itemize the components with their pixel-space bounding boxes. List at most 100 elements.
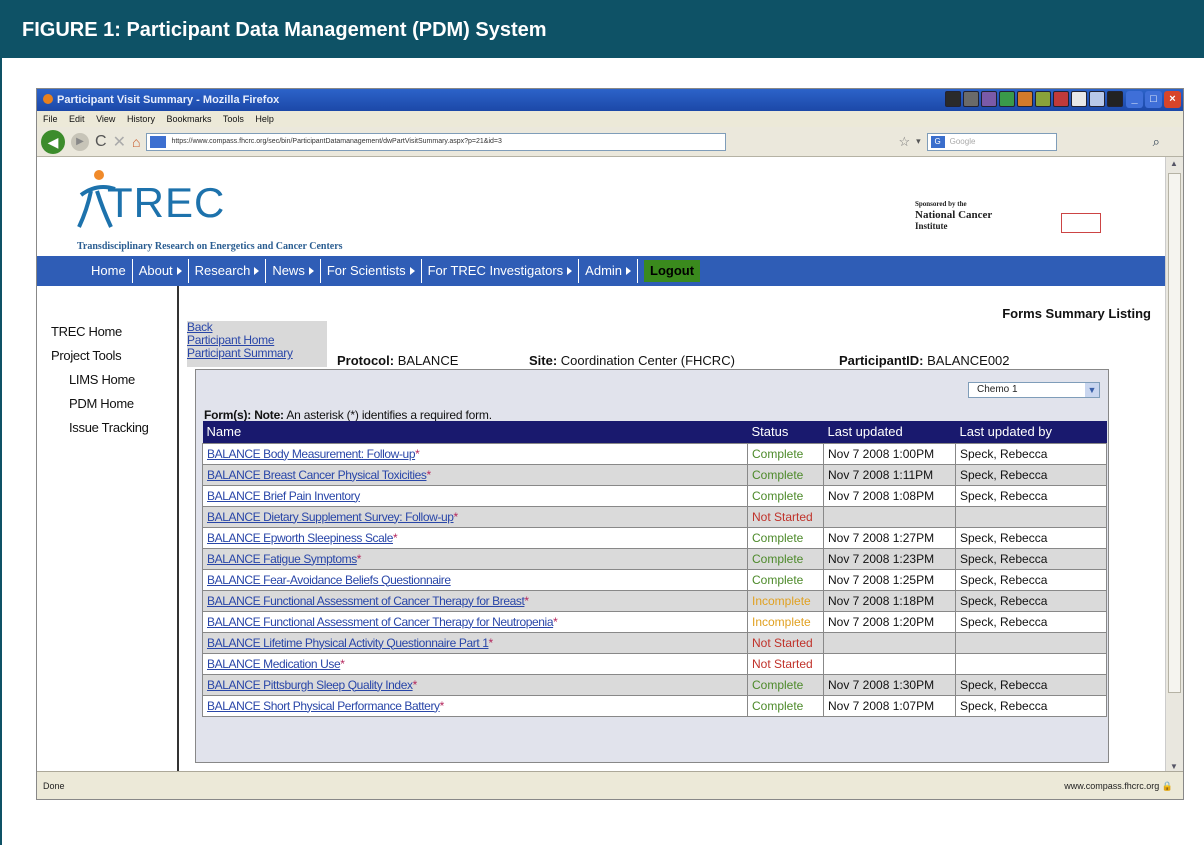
figure-frame-line bbox=[0, 58, 2, 845]
required-asterisk: * bbox=[524, 593, 530, 608]
form-name-link[interactable]: BALANCE Epworth Sleepiness Scale bbox=[207, 531, 393, 545]
menu-view[interactable]: View bbox=[96, 114, 115, 124]
chevron-down-icon[interactable]: ▼ bbox=[1085, 383, 1099, 397]
nav-about[interactable]: About bbox=[133, 259, 189, 283]
sidebar-item-project-tools[interactable]: Project Tools bbox=[51, 348, 122, 363]
nav-label: For Scientists bbox=[326, 263, 406, 278]
nav-news[interactable]: News bbox=[266, 259, 321, 283]
search-box[interactable]: G Google bbox=[926, 132, 1057, 151]
form-name-link[interactable]: BALANCE Breast Cancer Physical Toxicitie… bbox=[207, 468, 427, 482]
last-updated-cell: Nov 7 2008 1:18PM bbox=[823, 589, 956, 612]
participant-summary-link[interactable]: Participant Summary bbox=[187, 347, 327, 360]
menu-help[interactable]: Help bbox=[255, 114, 274, 124]
form-name-cell: BALANCE Functional Assessment of Cancer … bbox=[202, 610, 748, 633]
scrollbar-thumb[interactable] bbox=[1168, 173, 1181, 693]
form-name-link[interactable]: BALANCE Fatigue Symptoms bbox=[207, 552, 357, 566]
sidebar-item-pdm-home[interactable]: PDM Home bbox=[69, 396, 134, 411]
menu-file[interactable]: File bbox=[43, 114, 58, 124]
scroll-down-icon[interactable]: ▼ bbox=[1170, 762, 1178, 771]
reload-icon[interactable]: C bbox=[95, 133, 107, 151]
nav-for-trec-investigators[interactable]: For TREC Investigators bbox=[422, 259, 580, 283]
column-header-last-updated[interactable]: Last updated bbox=[823, 421, 956, 443]
last-updated-cell bbox=[823, 652, 956, 675]
menu-bookmarks[interactable]: Bookmarks bbox=[166, 114, 211, 124]
sidebar-item-trec-home[interactable]: TREC Home bbox=[51, 324, 122, 339]
form-name-link[interactable]: BALANCE Functional Assessment of Cancer … bbox=[207, 615, 554, 629]
lock-icon: 🔒 bbox=[1161, 781, 1173, 791]
required-asterisk: * bbox=[488, 635, 494, 650]
main-content: Forms Summary Listing Back Participant H… bbox=[179, 286, 1167, 773]
form-name-link[interactable]: BALANCE Fear-Avoidance Beliefs Questionn… bbox=[207, 573, 451, 587]
url-bar[interactable]: https://www.compass.fhcrc.org/sec/bin/Pa… bbox=[146, 132, 727, 151]
last-updated-by-cell: Speck, Rebecca bbox=[955, 568, 1107, 591]
nav-home[interactable]: Home bbox=[85, 259, 133, 283]
menu-history[interactable]: History bbox=[127, 114, 155, 124]
form-name-link[interactable]: BALANCE Brief Pain Inventory bbox=[207, 489, 360, 503]
form-name-link[interactable]: BALANCE Dietary Supplement Survey: Follo… bbox=[207, 510, 454, 524]
trec-logo[interactable]: TREC bbox=[77, 165, 257, 237]
site-tagline: Transdisciplinary Research on Energetics… bbox=[77, 241, 343, 252]
minimize-icon[interactable]: _ bbox=[1126, 91, 1143, 108]
form-name-link[interactable]: BALANCE Medication Use bbox=[207, 657, 341, 671]
last-updated-cell: Nov 7 2008 1:00PM bbox=[823, 442, 956, 465]
tray-icon[interactable] bbox=[981, 91, 997, 107]
last-updated-by-cell: Speck, Rebecca bbox=[955, 610, 1107, 633]
tray-icon[interactable] bbox=[999, 91, 1015, 107]
status-cell: Not Started bbox=[747, 631, 824, 654]
tray-icon[interactable] bbox=[1107, 91, 1123, 107]
nci-logo[interactable] bbox=[1061, 213, 1101, 233]
page-scrollbar[interactable]: ▲ ▼ bbox=[1165, 157, 1183, 773]
tray-icon[interactable] bbox=[1017, 91, 1033, 107]
last-updated-cell bbox=[823, 505, 956, 528]
last-updated-by-cell bbox=[955, 631, 1107, 654]
search-icon[interactable]: ⌕ bbox=[1153, 134, 1160, 150]
search-engine-icon[interactable]: G bbox=[930, 135, 945, 148]
bookmark-star-icon[interactable]: ☆ bbox=[898, 134, 910, 150]
nav-label: About bbox=[138, 263, 173, 278]
url-dropdown-icon[interactable]: ▾ bbox=[916, 136, 921, 147]
nav-for-scientists[interactable]: For Scientists bbox=[321, 259, 422, 283]
form-name-link[interactable]: BALANCE Lifetime Physical Activity Quest… bbox=[207, 636, 489, 650]
column-header-last-updated-by[interactable]: Last updated by bbox=[955, 421, 1107, 443]
tray-icon[interactable] bbox=[1071, 91, 1087, 107]
sidebar-item-issue-tracking[interactable]: Issue Tracking bbox=[69, 420, 149, 435]
form-name-cell: BALANCE Medication Use* bbox=[202, 652, 748, 675]
menu-edit[interactable]: Edit bbox=[69, 114, 85, 124]
column-header-name[interactable]: Name bbox=[202, 421, 748, 443]
stop-icon[interactable]: ✕ bbox=[113, 132, 126, 152]
form-name-link[interactable]: BALANCE Pittsburgh Sleep Quality Index bbox=[207, 678, 413, 692]
last-updated-by-cell: Speck, Rebecca bbox=[955, 673, 1107, 696]
nav-arrow-icon bbox=[176, 267, 182, 275]
form-name-link[interactable]: BALANCE Body Measurement: Follow-up bbox=[207, 447, 416, 461]
form-name-link[interactable]: BALANCE Short Physical Performance Batte… bbox=[207, 699, 440, 713]
visit-select[interactable]: Chemo 1 ▼ bbox=[968, 382, 1100, 398]
tray-icon[interactable] bbox=[1035, 91, 1051, 107]
form-name-cell: BALANCE Breast Cancer Physical Toxicitie… bbox=[202, 463, 748, 486]
sidebar-item-lims-home[interactable]: LIMS Home bbox=[69, 372, 135, 387]
scroll-up-icon[interactable]: ▲ bbox=[1170, 159, 1178, 168]
table-row: BALANCE Epworth Sleepiness Scale* Complet… bbox=[202, 526, 1107, 549]
tray-icon[interactable] bbox=[1053, 91, 1069, 107]
forward-arrow-icon[interactable]: ▶ bbox=[71, 132, 89, 151]
window-controls: _ □ × bbox=[1126, 91, 1181, 108]
logout-button[interactable]: Logout bbox=[644, 260, 701, 282]
table-row: BALANCE Dietary Supplement Survey: Follo… bbox=[202, 505, 1107, 528]
back-arrow-icon[interactable]: ◀ bbox=[41, 129, 65, 154]
column-header-status[interactable]: Status bbox=[747, 421, 824, 443]
tray-icon[interactable] bbox=[945, 91, 961, 107]
tray-icon[interactable] bbox=[1089, 91, 1105, 107]
firefox-icon bbox=[43, 94, 53, 104]
home-icon[interactable]: ⌂ bbox=[132, 134, 140, 150]
required-asterisk: * bbox=[439, 698, 445, 713]
form-name-link[interactable]: BALANCE Functional Assessment of Cancer … bbox=[207, 594, 525, 608]
last-updated-by-cell: Speck, Rebecca bbox=[955, 526, 1107, 549]
forms-panel: Chemo 1 ▼ Form(s): Note: An asterisk (*)… bbox=[195, 369, 1109, 763]
nav-research[interactable]: Research bbox=[189, 259, 267, 283]
menu-tools[interactable]: Tools bbox=[223, 114, 244, 124]
last-updated-cell: Nov 7 2008 1:08PM bbox=[823, 484, 956, 507]
required-asterisk: * bbox=[426, 467, 432, 482]
nav-admin[interactable]: Admin bbox=[579, 259, 639, 283]
tray-icon[interactable] bbox=[963, 91, 979, 107]
maximize-icon[interactable]: □ bbox=[1145, 91, 1162, 108]
close-icon[interactable]: × bbox=[1164, 91, 1181, 108]
